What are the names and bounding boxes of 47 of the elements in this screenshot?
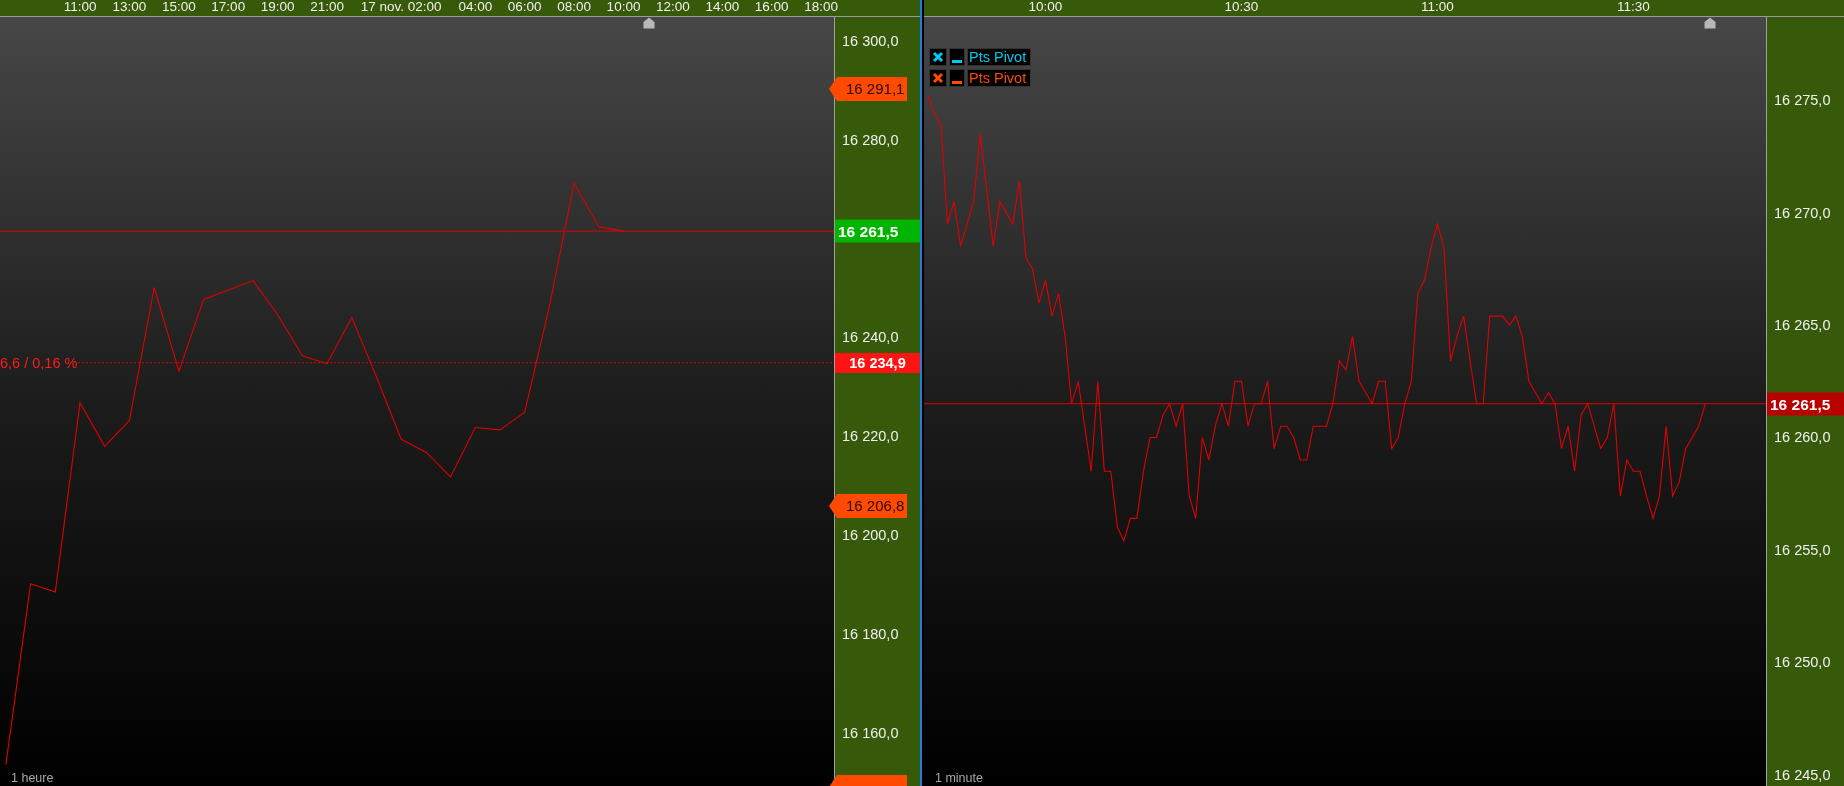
price-label: 16 265,0: [1774, 317, 1831, 334]
time-label: 11:00: [1421, 0, 1454, 14]
price-label: 16 275,0: [1774, 92, 1831, 109]
time-label: 10:00: [1028, 0, 1063, 14]
price-label: 16 270,0: [1774, 204, 1831, 221]
remove-icon[interactable]: [929, 69, 947, 87]
time-label: 19:00: [260, 0, 295, 14]
price-label: 16 280,0: [842, 131, 899, 148]
price-label: 16 160,0: [842, 725, 899, 742]
time-label: 12:00: [656, 0, 690, 14]
time-label: 13:00: [112, 0, 147, 14]
price-label: 16 245,0: [1774, 766, 1831, 783]
last-price-tag: 16 261,5: [835, 219, 920, 243]
change-percent-label: 6,6 / 0,16 %: [0, 354, 78, 371]
time-label: 18:00: [804, 0, 839, 14]
alert-price-tag: 16 206,8: [829, 494, 907, 518]
price-label: 16 255,0: [1774, 541, 1831, 558]
price-label: 16 300,0: [842, 32, 899, 49]
price-label: 16 250,0: [1774, 654, 1831, 671]
time-label: 06:00: [507, 0, 542, 14]
last-price-tag: 16 261,5: [1767, 392, 1844, 416]
price-label: 16 220,0: [842, 428, 899, 445]
interval-label: 1 heure: [11, 771, 54, 785]
time-label: 11:30: [1617, 0, 1650, 14]
alert-price-tag: 16 291,1: [829, 77, 907, 101]
time-label: 08:00: [557, 0, 591, 14]
time-label: 17 nov. 02:00: [360, 0, 442, 14]
interval-label: 1 minute: [935, 771, 983, 785]
line-style-icon: [949, 69, 965, 87]
line-style-icon: [949, 48, 965, 66]
time-label: 10:30: [1224, 0, 1259, 14]
time-label: 04:00: [458, 0, 493, 14]
time-label: 17:00: [211, 0, 246, 14]
price-label: 16 200,0: [842, 527, 899, 544]
time-label: 15:00: [161, 0, 196, 14]
time-label: 10:00: [606, 0, 641, 14]
price-label: 16 260,0: [1774, 429, 1831, 446]
time-label: 14:00: [705, 0, 740, 14]
price-label: 16 240,0: [842, 329, 899, 346]
price-label: 16 180,0: [842, 626, 899, 643]
indicator-label[interactable]: Pts Pivot: [967, 48, 1032, 66]
reference-price-tag: 16 234,9: [835, 352, 920, 373]
remove-icon[interactable]: [929, 48, 947, 66]
time-label: 21:00: [310, 0, 344, 14]
indicator-label[interactable]: Pts Pivot: [967, 69, 1032, 87]
time-label: 16:00: [754, 0, 789, 14]
time-label: 11:00: [63, 0, 97, 14]
